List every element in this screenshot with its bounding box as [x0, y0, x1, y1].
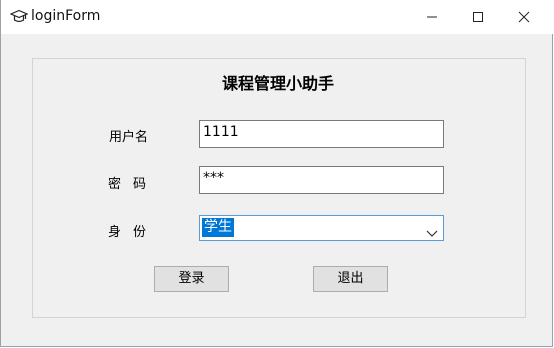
- close-button[interactable]: [501, 0, 547, 34]
- page-title: 课程管理小助手: [221, 74, 334, 93]
- graduation-cap-icon: [9, 8, 29, 26]
- title-bar[interactable]: loginForm: [1, 0, 554, 34]
- minimize-button[interactable]: [409, 0, 455, 34]
- maximize-icon: [472, 8, 484, 27]
- maximize-button[interactable]: [455, 0, 501, 34]
- username-label: 用户名: [109, 130, 149, 145]
- minimize-icon: [426, 8, 438, 27]
- login-window: loginForm 课程管理小助手 用户名 1111 密码 *** 身份 学生 …: [0, 0, 554, 347]
- close-icon: [518, 8, 530, 27]
- role-selected-value: 学生: [202, 218, 234, 237]
- login-button[interactable]: 登录: [154, 266, 229, 292]
- username-field[interactable]: 1111: [199, 120, 444, 148]
- role-select[interactable]: 学生: [199, 215, 444, 241]
- chevron-down-icon[interactable]: [426, 223, 438, 237]
- role-label: 身份: [108, 225, 159, 240]
- exit-button[interactable]: 退出: [313, 266, 388, 292]
- window-title: loginForm: [31, 8, 101, 24]
- password-label: 密码: [108, 177, 159, 192]
- password-field[interactable]: ***: [199, 166, 444, 194]
